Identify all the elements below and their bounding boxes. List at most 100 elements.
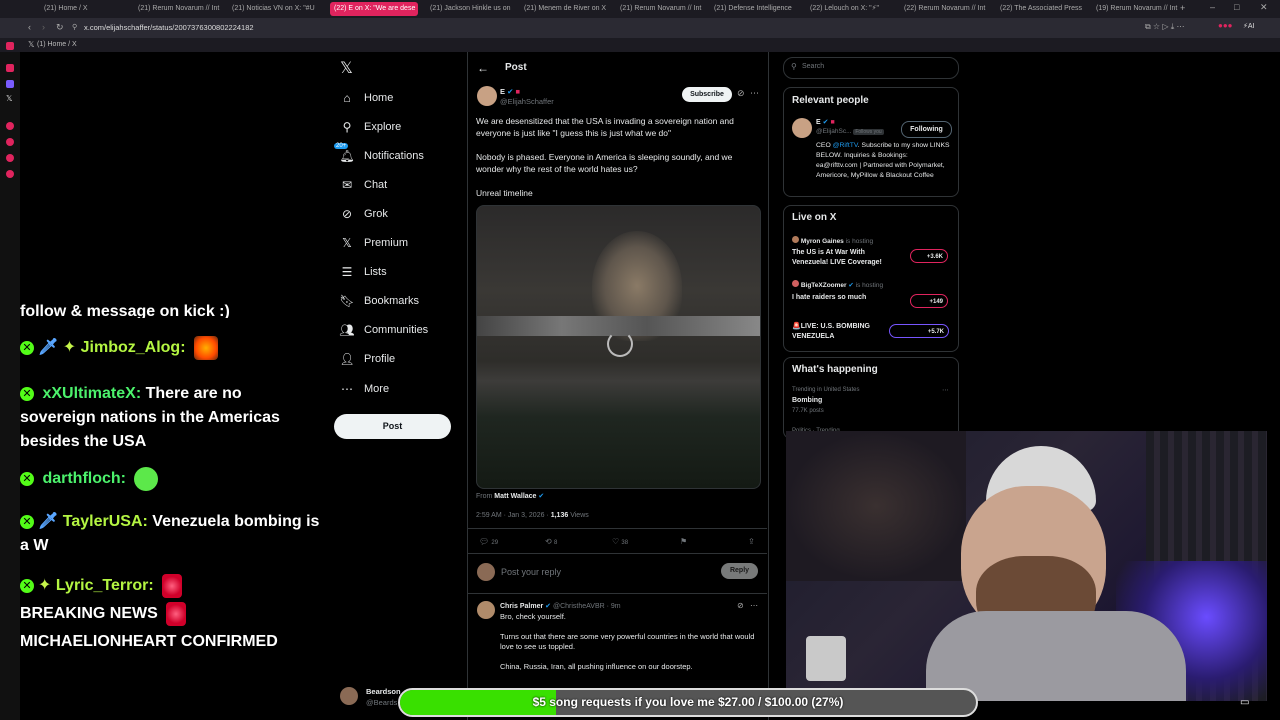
live-title[interactable]: The US is At War With Venezuela! LIVE Co… [792,248,902,268]
close-icon[interactable]: ✕ [1260,2,1268,13]
goal-text: $5 song requests if you love me $27.00 /… [532,695,844,709]
browser-tab[interactable]: (22) Lelouch on X: "⚡" [806,2,894,16]
following-button[interactable]: Following [901,121,952,138]
reply-input[interactable]: Post your reply [501,566,561,578]
reply-action[interactable]: 💬︎ 29 [479,536,498,549]
chat-username[interactable]: TaylerUSA: [63,513,148,530]
extensions-icon[interactable]: ⧉ ☆ ▷ ⤓ ⋯ [1145,22,1184,32]
avatar[interactable] [477,601,495,619]
more-icon[interactable]: ⋯ [942,386,949,394]
x-logo-icon[interactable]: 𝕏 [340,58,353,78]
video-player[interactable] [476,205,761,489]
chat-message: ✕ ✦ Lyric_Terror: BREAKING NEWS MICHAELIO… [20,574,320,654]
panel-title: Live on X [792,212,837,223]
chat-username[interactable]: darthfloch: [42,470,126,487]
browser-tab[interactable]: (21) Home / X [40,2,128,16]
live-title[interactable]: I hate raiders so much [792,293,902,303]
divider [467,593,767,594]
siren-emote-icon [166,602,187,626]
browser-tab[interactable]: (21) Defense Intelligence [710,2,798,16]
nav-lists[interactable]: ☰ Lists [340,261,387,283]
chat-username[interactable]: Lyric_Terror: [56,577,154,594]
reload-icon[interactable]: ↻ [56,22,64,33]
browser-tab[interactable]: (19) Rerum Novarum // Int [1092,2,1180,16]
search-box[interactable]: ⚲ Search [783,57,959,79]
verified-icon: ✔ [507,87,514,96]
avatar[interactable] [477,86,497,106]
nav-grok[interactable]: ⊘ Grok [340,203,388,225]
nav-notifications[interactable]: 🔔︎ 20+ Notifications [334,143,424,167]
forward-icon[interactable]: › [42,22,45,32]
chat-username[interactable]: xXUltimateX: [42,385,141,402]
sidebar-icon[interactable] [6,154,14,162]
chat-line: follow & message on kick :) [20,300,320,318]
nav-premium[interactable]: 𝕏 Premium [340,232,408,254]
nav-bookmarks[interactable]: 🔖︎ Bookmarks [339,290,419,312]
chat-username[interactable]: Jimboz_Alog: [81,339,186,356]
sidebar-icon[interactable] [6,80,14,88]
kick-badge-icon: ✕ [20,386,34,401]
live-listener-count[interactable]: +149 [910,294,948,308]
back-icon[interactable]: ‹ [28,22,31,32]
subscribe-button[interactable]: Subscribe [682,87,732,102]
more-icon[interactable]: ⋯ [750,88,759,99]
live-host: BigTeXZoomer ✔ is hosting [792,280,883,289]
mug [806,636,846,681]
more-icon[interactable]: ⋯ [750,601,758,610]
nav-home[interactable]: ⌂ Home [340,87,393,109]
share-icon[interactable]: ⇪ [748,536,755,548]
chat-text: BREAKING NEWS [20,605,158,623]
person-name[interactable]: E ✔ ■ [816,118,835,126]
more-circle-icon: ⋯ [341,382,353,396]
search-input[interactable]: Search [802,63,824,70]
ai-icon[interactable]: ⚡AI [1243,22,1255,30]
browser-tab-active[interactable]: (22) E on X: "We are dese [330,2,418,16]
sidebar-icon[interactable] [6,122,14,130]
browser-tab[interactable]: (21) Jackson Hinkle us on [426,2,514,16]
avatar[interactable] [792,118,812,138]
browser-tab[interactable]: (21) Menem de River on X [520,2,608,16]
site-info-icon[interactable]: ⚲ [72,23,77,31]
new-tab-icon[interactable]: + [1180,3,1185,13]
nav-chat[interactable]: ✉ Chat [340,174,387,196]
post-button[interactable]: Post [334,414,451,439]
bookmark-icon[interactable]: ⚑ [680,536,687,548]
browser-tab[interactable]: (21) Rerum Novarum // Int [134,2,222,16]
minimize-icon[interactable]: – [1210,2,1215,12]
kick-badge-icon: ✕ [20,472,34,486]
maximize-icon[interactable]: □ [1234,2,1239,12]
url-text[interactable]: x.com/elijahschaffer/status/200737630080… [84,23,254,32]
like-action[interactable]: ♡ 38 [612,536,628,549]
sidebar-icon[interactable] [6,64,14,72]
grok-icon[interactable]: ⊘ [737,601,744,610]
extension-icon[interactable]: ●●● [1218,21,1233,30]
browser-sidebar: 𝕏 [0,42,20,720]
browser-tab[interactable]: (21) Rerum Novarum // Int [616,2,704,16]
avatar[interactable] [340,687,358,705]
live-listener-count[interactable]: +5.7K [889,324,949,338]
sidebar-icon[interactable] [6,42,14,50]
sidebar-icon[interactable] [6,138,14,146]
nav-profile[interactable]: 👤︎ Profile [339,348,395,370]
live-title[interactable]: 🚨LIVE: U.S. BOMBING VENEZUELA [792,322,892,342]
source-name[interactable]: Matt Wallace [494,493,536,500]
browser-tab[interactable]: (21) Noticias VN on X: "#U [228,2,316,16]
author-handle[interactable]: @ElijahSchaffer [500,96,554,108]
reply-text: China, Russia, Iran, all pushing influen… [500,662,693,671]
back-arrow-icon[interactable]: ← [477,61,489,75]
x-sidebar-icon[interactable]: 𝕏 [6,94,12,103]
nav-explore[interactable]: ⚲ Explore [340,116,402,138]
nav-more[interactable]: ⋯ More [340,378,389,400]
donation-goal-bar: $5 song requests if you love me $27.00 /… [398,688,978,717]
repost-action[interactable]: ⟲ 8 [545,536,557,549]
nav-communities[interactable]: 👥︎ Communities [339,319,428,341]
sidebar-icon[interactable] [6,170,14,178]
reply-button[interactable]: Reply [721,563,758,579]
trend-name[interactable]: Bombing [792,397,822,404]
grok-icon[interactable]: ⊘ [737,88,745,99]
browser-tab[interactable]: (22) The Associated Press [996,2,1084,16]
bookmarks-bar: 𝕏 (1) Home / X [0,38,1280,52]
browser-tab[interactable]: (22) Rerum Novarum // Int [900,2,988,16]
live-listener-count[interactable]: +3.6K [910,249,948,263]
bookmark-item[interactable]: (1) Home / X [37,41,77,48]
